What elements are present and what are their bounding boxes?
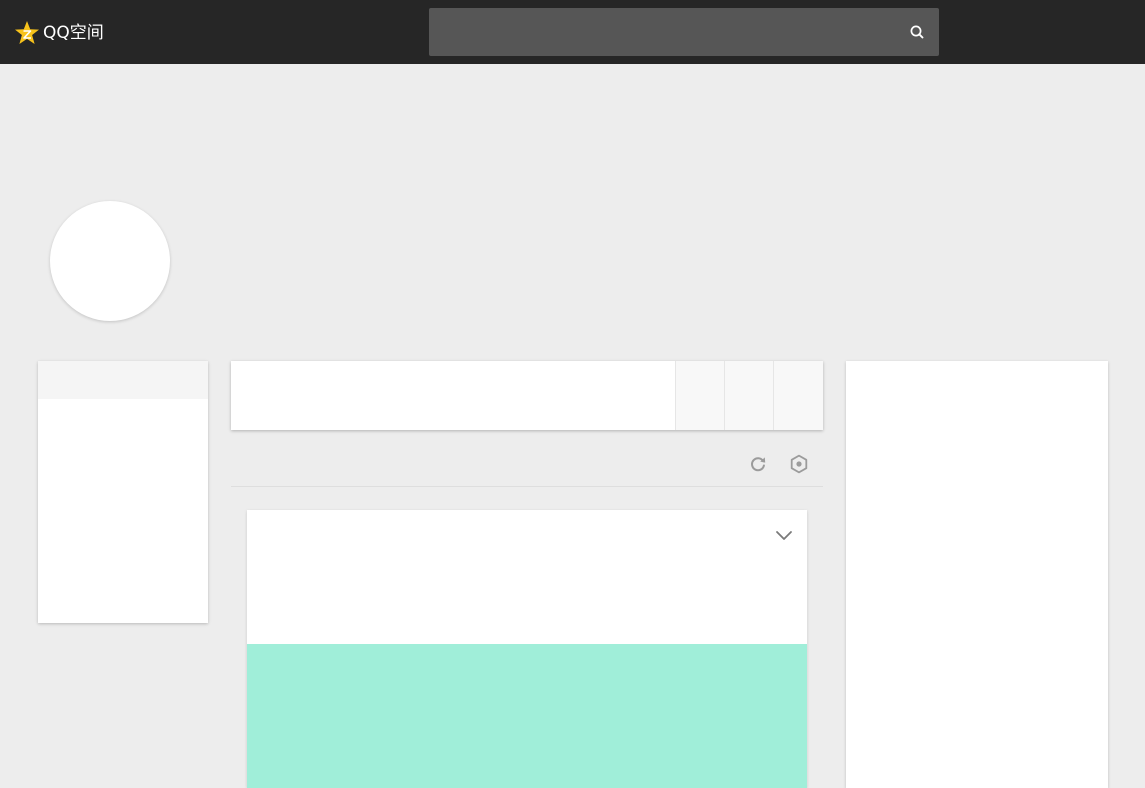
composer-action-2[interactable]: [724, 361, 773, 430]
right-sidebar-card: [846, 361, 1108, 788]
search-icon[interactable]: [909, 24, 925, 40]
composer-action-3[interactable]: [773, 361, 823, 430]
chevron-down-icon[interactable]: [775, 528, 793, 542]
search-box: [429, 8, 939, 56]
status-composer-card: [231, 361, 823, 430]
composer-action-1[interactable]: [675, 361, 724, 430]
feed-toolbar: [231, 445, 823, 487]
left-sidebar-card: [38, 361, 208, 623]
settings-hex-icon[interactable]: [789, 454, 809, 474]
logo-text: QQ空间: [43, 23, 104, 43]
feed-post-header: [247, 510, 807, 644]
avatar[interactable]: [50, 201, 170, 321]
left-sidebar-header: [38, 361, 208, 399]
search-input[interactable]: [429, 8, 889, 56]
top-navigation-bar: QQ空间: [0, 0, 1145, 64]
qzone-logo[interactable]: QQ空间: [14, 20, 104, 46]
feed-post-card: [247, 510, 807, 788]
refresh-icon[interactable]: [748, 454, 768, 474]
status-composer-input[interactable]: [231, 361, 675, 430]
qzone-star-icon: [14, 20, 40, 46]
feed-post-media[interactable]: [247, 644, 807, 788]
